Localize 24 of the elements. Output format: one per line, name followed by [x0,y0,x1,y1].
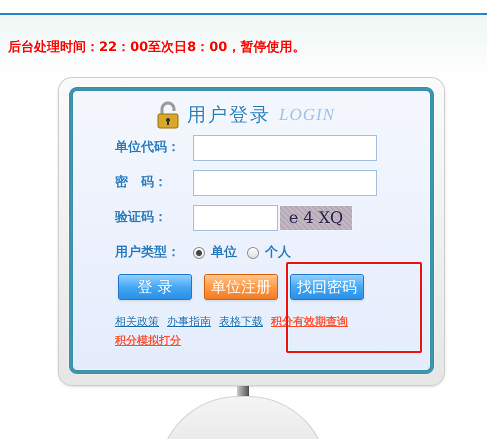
field-label: 验证码： [115,209,168,228]
login-title: 用户登录 [187,102,271,128]
radio-label[interactable]: 个人 [265,243,291,263]
field-label: 单位代码： [115,139,181,158]
radio-button[interactable] [247,247,259,259]
padlock-icon [157,101,179,129]
captcha-image[interactable]: e 4 XQ [280,206,352,230]
nav-link[interactable]: 相关政策 [115,312,159,331]
field-label: 用户类型： [115,244,181,262]
radio-label[interactable]: 单位 [211,243,237,263]
captcha-field[interactable] [193,205,278,231]
input-field[interactable] [193,135,377,161]
nav-link[interactable]: 办事指南 [167,312,211,331]
password-field[interactable] [193,170,377,196]
action-button[interactable]: 找回密码 [290,274,364,300]
field-label: 密 码： [115,174,168,192]
nav-link[interactable]: 积分模拟打分 [115,331,181,350]
login-subtitle: LOGIN [279,104,336,126]
notice-text: 后台处理时间：22：00至次日8：00，暂停使用。 [8,40,306,55]
action-button[interactable]: 单位注册 [204,274,278,300]
action-button[interactable]: 登 录 [118,274,192,300]
nav-link[interactable]: 表格下载 [219,312,263,331]
stand-neck [236,386,248,396]
radio-button[interactable] [193,247,205,259]
